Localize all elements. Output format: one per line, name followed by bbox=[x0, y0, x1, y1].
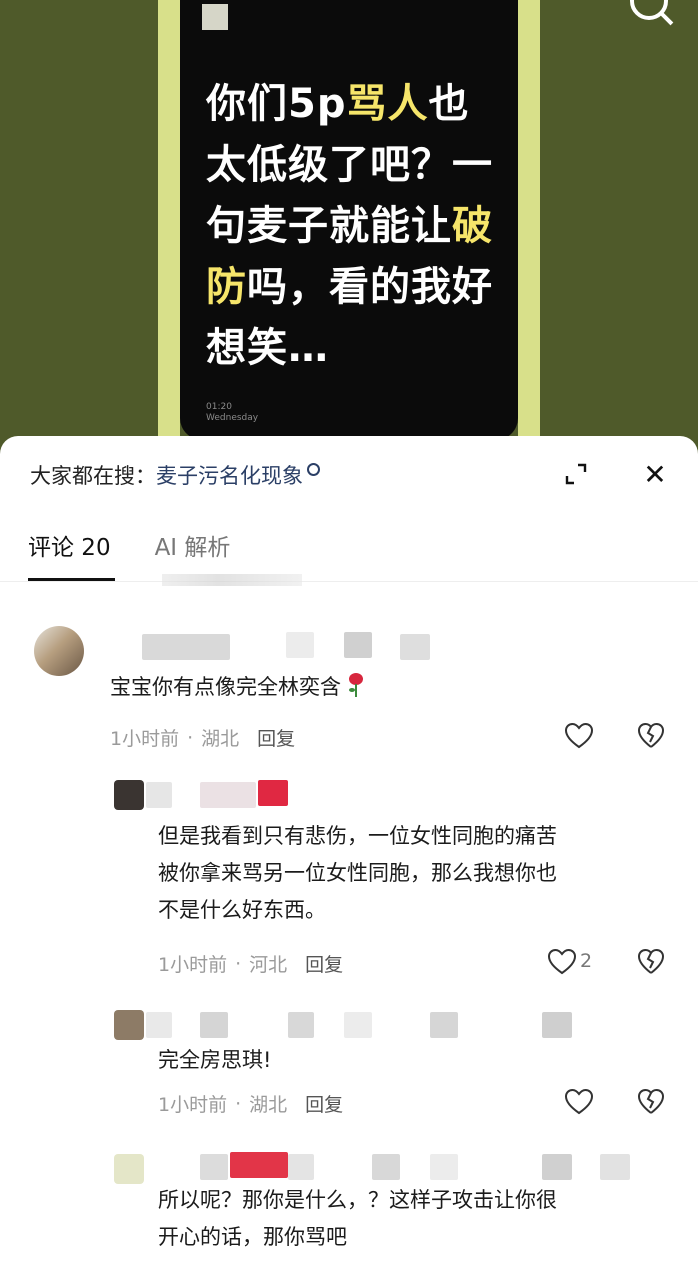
video-frame-band bbox=[518, 0, 540, 470]
close-icon[interactable]: ✕ bbox=[642, 461, 668, 489]
avatar[interactable] bbox=[114, 1154, 144, 1184]
username-redacted bbox=[542, 1012, 572, 1038]
comment-location: 湖北 bbox=[249, 1094, 288, 1116]
reply-button[interactable]: 回复 bbox=[257, 724, 295, 751]
comment-meta: 1小时前 · 湖北 回复 bbox=[158, 1090, 343, 1117]
username-redacted[interactable] bbox=[142, 634, 230, 660]
username-redacted[interactable] bbox=[146, 1012, 172, 1038]
username-redacted bbox=[600, 1154, 630, 1180]
username-redacted bbox=[258, 780, 288, 806]
avatar[interactable] bbox=[34, 626, 84, 676]
username-redacted[interactable] bbox=[200, 1154, 228, 1180]
rose-icon bbox=[349, 673, 363, 697]
comment-tabs: 评论 20 AI 解析 bbox=[28, 528, 274, 581]
username-redacted bbox=[430, 1154, 458, 1180]
like-heart-icon[interactable] bbox=[563, 720, 595, 752]
search-suggestion[interactable]: 大家都在搜： 麦子污名化现象 bbox=[30, 458, 320, 492]
username-redacted[interactable] bbox=[146, 782, 172, 808]
username-redacted bbox=[372, 1154, 400, 1180]
search-icon bbox=[307, 462, 320, 476]
reply-item: 但是我看到只有悲伤，一位女性同胞的痛苦 被你拿来骂另一位女性同胞，那么我想你也 … bbox=[0, 778, 698, 978]
dislike-broken-heart-icon[interactable] bbox=[636, 720, 666, 752]
expand-icon[interactable] bbox=[564, 462, 588, 486]
video-headline: 你们5p骂人也太低级了吧？一句麦子就能让破防吗，看的我好想笑… bbox=[206, 81, 493, 371]
username-redacted bbox=[400, 634, 430, 660]
username-redacted bbox=[542, 1154, 572, 1180]
search-suggestion-prefix: 大家都在搜： bbox=[30, 464, 156, 488]
comment-text: 完全房思琪! bbox=[158, 1048, 272, 1072]
comment-text: 宝宝你有点像完全林奕含 bbox=[110, 668, 365, 706]
tab-comments[interactable]: 评论 20 bbox=[28, 528, 115, 581]
divider bbox=[0, 581, 698, 582]
video-preview[interactable]: 你们5p骂人也太低级了吧？一句麦子就能让破防吗，看的我好想笑… 01:20 We… bbox=[0, 0, 698, 470]
comment-meta: 1小时前 · 湖北 回复 bbox=[110, 724, 295, 751]
username-redacted bbox=[344, 1012, 372, 1038]
comment-time: 1小时前 bbox=[110, 728, 180, 750]
username-redacted bbox=[344, 632, 372, 658]
username-redacted bbox=[200, 1012, 228, 1038]
video-screenshot-card: 你们5p骂人也太低级了吧？一句麦子就能让破防吗，看的我好想笑… 01:20 We… bbox=[180, 0, 518, 440]
username-redacted bbox=[286, 632, 314, 658]
avatar[interactable] bbox=[114, 780, 144, 810]
screenshot-timestamp: 01:20 Wednesday bbox=[206, 402, 259, 423]
reply-item: 完全房思琪! 1小时前 · 湖北 回复 bbox=[0, 1008, 698, 1128]
dislike-broken-heart-icon[interactable] bbox=[636, 1086, 666, 1118]
dislike-broken-heart-icon[interactable] bbox=[636, 946, 666, 978]
comments-sheet: 大家都在搜： 麦子污名化现象 ✕ 评论 20 AI 解析 宝宝你有点像完全林奕含 bbox=[0, 436, 698, 1280]
username-redacted bbox=[288, 1012, 314, 1038]
comment-text: 所以呢？那你是什么，？这样子攻击让你很 开心的话，那你骂吧 bbox=[158, 1188, 557, 1249]
like-heart-icon[interactable] bbox=[563, 1086, 595, 1118]
like-count: 2 bbox=[580, 950, 593, 972]
search-icon[interactable] bbox=[630, 0, 668, 20]
username-redacted bbox=[288, 1154, 314, 1180]
comment-location: 河北 bbox=[249, 954, 288, 976]
comment-text: 但是我看到只有悲伤，一位女性同胞的痛苦 被你拿来骂另一位女性同胞，那么我想你也 … bbox=[158, 824, 557, 922]
scrolled-text-fragment bbox=[162, 574, 302, 586]
username-redacted bbox=[430, 1012, 458, 1038]
tab-ai-analysis[interactable]: AI 解析 bbox=[155, 528, 231, 568]
like-heart-icon[interactable] bbox=[546, 946, 578, 978]
reply-button[interactable]: 回复 bbox=[305, 1090, 343, 1117]
video-frame-band bbox=[158, 0, 180, 470]
comment-location: 湖北 bbox=[201, 728, 240, 750]
app-root: 你们5p骂人也太低级了吧？一句麦子就能让破防吗，看的我好想笑… 01:20 We… bbox=[0, 0, 698, 1280]
status-marker bbox=[202, 4, 228, 30]
comment-item: 宝宝你有点像完全林奕含 1小时前 · 湖北 回复 bbox=[0, 626, 698, 766]
username-redacted bbox=[230, 1152, 288, 1178]
comment-time: 1小时前 bbox=[158, 954, 228, 976]
comment-time: 1小时前 bbox=[158, 1094, 228, 1116]
search-suggestion-link[interactable]: 麦子污名化现象 bbox=[156, 460, 303, 490]
avatar[interactable] bbox=[114, 1010, 144, 1040]
username-redacted bbox=[200, 782, 256, 808]
reply-button[interactable]: 回复 bbox=[305, 950, 343, 977]
reply-item: 所以呢？那你是什么，？这样子攻击让你很 开心的话，那你骂吧 bbox=[0, 1150, 698, 1280]
comment-meta: 1小时前 · 河北 回复 bbox=[158, 950, 343, 977]
